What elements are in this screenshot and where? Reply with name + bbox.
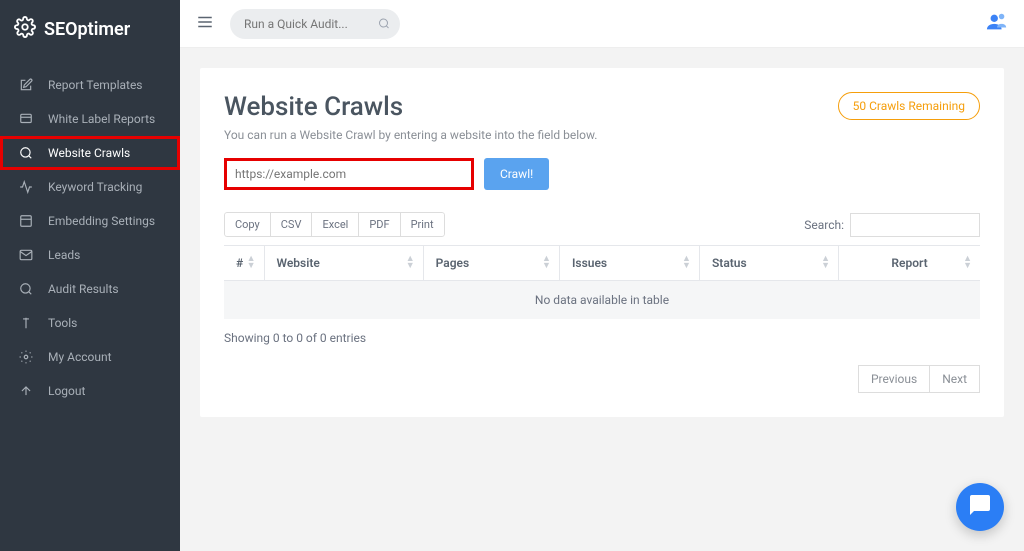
document-icon [18,112,34,126]
search-icon [18,282,34,296]
sort-icon: ▲▼ [963,256,972,270]
nav-label: Leads [48,248,80,262]
sort-icon: ▲▼ [542,256,551,270]
nav-label: Embedding Settings [48,214,155,228]
sort-icon: ▲▼ [821,256,830,270]
quick-audit-input[interactable] [230,9,400,39]
showing-entries: Showing 0 to 0 of 0 entries [224,331,980,345]
col-index[interactable]: #▲▼ [224,246,264,281]
page-title: Website Crawls [224,92,597,122]
col-status[interactable]: Status▲▼ [699,246,838,281]
sidebar-item-report-templates[interactable]: Report Templates [0,68,180,102]
brand-gear-icon [14,16,36,42]
table-row-empty: No data available in table [224,281,980,320]
prev-button[interactable]: Previous [858,365,930,393]
sidebar-item-tools[interactable]: Tools [0,306,180,340]
table-search-label: Search: [804,218,844,232]
crawls-remaining-badge: 50 Crawls Remaining [838,92,980,120]
sidebar-item-leads[interactable]: Leads [0,238,180,272]
nav-label: My Account [48,350,112,364]
copy-button[interactable]: Copy [224,212,271,237]
pdf-button[interactable]: PDF [358,212,400,237]
print-button[interactable]: Print [400,212,445,237]
menu-toggle-icon[interactable] [196,13,214,35]
page-subtitle: You can run a Website Crawl by entering … [224,128,597,142]
nav-label: Website Crawls [48,146,130,160]
next-button[interactable]: Next [929,365,980,393]
pagination: Previous Next [224,365,980,393]
layout-icon [18,214,34,228]
sidebar-item-website-crawls[interactable]: Website Crawls [0,136,180,170]
col-website[interactable]: Website▲▼ [264,246,423,281]
sidebar-item-my-account[interactable]: My Account [0,340,180,374]
nav-label: Report Templates [48,78,143,92]
logout-icon [18,384,34,398]
nav-label: Tools [48,316,77,330]
crawl-button[interactable]: Crawl! [484,158,549,190]
excel-button[interactable]: Excel [311,212,359,237]
edit-icon [18,78,34,92]
sort-icon: ▲▼ [682,256,691,270]
nav-label: Audit Results [48,282,119,296]
sidebar-item-logout[interactable]: Logout [0,374,180,408]
topbar [180,0,1024,48]
crawls-table: #▲▼ Website▲▼ Pages▲▼ Issues▲▼ Status▲▼ … [224,245,980,319]
crawl-url-input[interactable] [224,158,474,190]
user-menu-icon[interactable] [986,11,1008,37]
sidebar-item-keyword-tracking[interactable]: Keyword Tracking [0,170,180,204]
col-issues[interactable]: Issues▲▼ [559,246,699,281]
chart-icon [18,180,34,194]
nav-label: Keyword Tracking [48,180,142,194]
nav-label: White Label Reports [48,112,155,126]
quick-audit-search-wrap [230,9,400,39]
col-report[interactable]: Report▲▼ [838,246,980,281]
csv-button[interactable]: CSV [270,212,313,237]
tool-icon [18,316,34,330]
sort-icon: ▲▼ [247,256,256,270]
sidebar-nav: Report Templates White Label Reports Web… [0,68,180,408]
export-buttons: Copy CSV Excel PDF Print [224,212,445,237]
sidebar: SEOptimer Report Templates White Label R… [0,0,180,551]
search-icon [18,146,34,160]
brand-name: SEOptimer [44,19,130,40]
mail-icon [18,248,34,262]
chat-icon [968,493,992,521]
sidebar-item-embedding-settings[interactable]: Embedding Settings [0,204,180,238]
sidebar-item-audit-results[interactable]: Audit Results [0,272,180,306]
sidebar-item-white-label-reports[interactable]: White Label Reports [0,102,180,136]
crawls-panel: Website Crawls You can run a Website Cra… [200,68,1004,417]
empty-message: No data available in table [224,281,980,320]
gear-icon [18,350,34,364]
col-pages[interactable]: Pages▲▼ [423,246,559,281]
brand[interactable]: SEOptimer [0,0,180,58]
chat-fab[interactable] [956,483,1004,531]
nav-label: Logout [48,384,85,398]
sort-icon: ▲▼ [406,256,415,270]
table-search-input[interactable] [850,213,980,237]
